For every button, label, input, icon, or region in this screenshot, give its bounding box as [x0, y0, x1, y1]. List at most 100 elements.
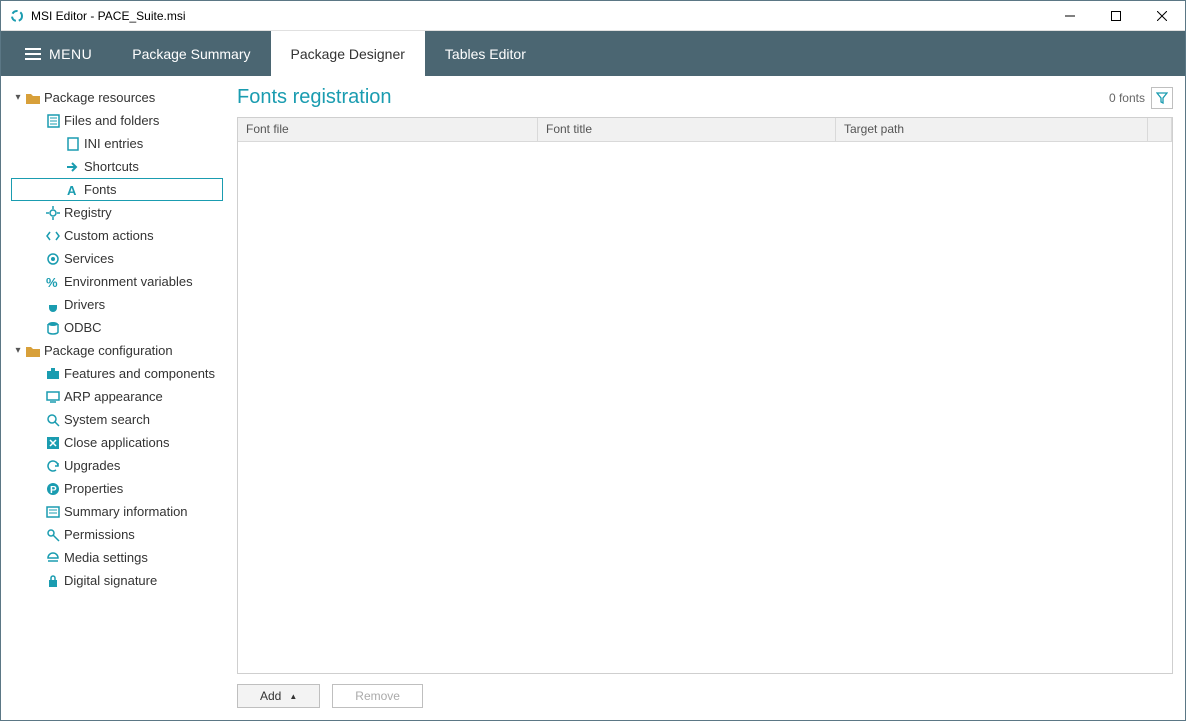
menu-button[interactable]: MENU: [13, 31, 104, 76]
button-label: Add: [260, 689, 281, 703]
close-button[interactable]: [1139, 1, 1185, 30]
tree-drivers[interactable]: Drivers: [11, 293, 223, 316]
tree-summary-info[interactable]: Summary information: [11, 500, 223, 523]
tree-features[interactable]: Features and components: [11, 362, 223, 385]
info-icon: [44, 506, 62, 518]
folder-icon: [24, 345, 42, 357]
hamburger-icon: [25, 48, 41, 60]
column-spacer: [1148, 118, 1172, 141]
lock-icon: [44, 574, 62, 588]
properties-icon: P: [44, 482, 62, 496]
tree-digital-signature[interactable]: Digital signature: [11, 569, 223, 592]
gear-icon: [44, 206, 62, 220]
fonts-grid: Font file Font title Target path: [237, 117, 1173, 674]
tree-files-folders[interactable]: Files and folders: [11, 109, 223, 132]
tree-group-config[interactable]: ▾ Package configuration: [11, 339, 223, 362]
tab-tables-editor[interactable]: Tables Editor: [425, 31, 546, 76]
filter-icon: [1156, 92, 1168, 104]
tree-label: Properties: [62, 481, 123, 496]
tab-label: Tables Editor: [445, 46, 526, 62]
tree-label: ODBC: [62, 320, 102, 335]
tree-label: INI entries: [82, 136, 143, 151]
disc-icon: [44, 551, 62, 565]
tree-label: Summary information: [62, 504, 188, 519]
tree-upgrades[interactable]: Upgrades: [11, 454, 223, 477]
tree-label: Upgrades: [62, 458, 120, 473]
svg-text:A: A: [67, 183, 77, 197]
remove-button[interactable]: Remove: [332, 684, 423, 708]
sidebar-tree: ▾ Package resources Files and folders IN…: [1, 76, 229, 720]
titlebar: MSI Editor - PACE_Suite.msi: [1, 1, 1185, 31]
main-panel: Fonts registration 0 fonts Font file Fon…: [229, 76, 1185, 720]
tree-custom-actions[interactable]: Custom actions: [11, 224, 223, 247]
percent-icon: %: [44, 275, 62, 289]
tree-env-variables[interactable]: % Environment variables: [11, 270, 223, 293]
folder-icon: [24, 92, 42, 104]
tree-label: Package configuration: [42, 343, 173, 358]
tree-properties[interactable]: P Properties: [11, 477, 223, 500]
app-window: MSI Editor - PACE_Suite.msi MENU Package…: [0, 0, 1186, 721]
tree-label: System search: [62, 412, 150, 427]
tree-label: Registry: [62, 205, 112, 220]
tab-label: Package Summary: [132, 46, 250, 62]
tree-fonts[interactable]: A Fonts: [11, 178, 223, 201]
plug-icon: [44, 298, 62, 312]
filter-button[interactable]: [1151, 87, 1173, 109]
font-icon: A: [64, 183, 82, 197]
page-title: Fonts registration: [237, 86, 1109, 109]
caret-up-icon: ▲: [289, 692, 297, 701]
tree-label: Fonts: [82, 182, 117, 197]
gear-icon: [44, 252, 62, 266]
svg-text:P: P: [50, 485, 57, 496]
tree-services[interactable]: Services: [11, 247, 223, 270]
add-button[interactable]: Add ▲: [237, 684, 320, 708]
column-target-path[interactable]: Target path: [836, 118, 1148, 141]
tree-permissions[interactable]: Permissions: [11, 523, 223, 546]
tree-shortcuts[interactable]: Shortcuts: [11, 155, 223, 178]
window-controls: [1047, 1, 1185, 30]
caret-down-icon: ▾: [12, 92, 24, 103]
monitor-icon: [44, 391, 62, 403]
tree-registry[interactable]: Registry: [11, 201, 223, 224]
tree-odbc[interactable]: ODBC: [11, 316, 223, 339]
app-icon: [9, 8, 25, 24]
code-icon: [44, 230, 62, 242]
tree-label: Environment variables: [62, 274, 193, 289]
tab-package-designer[interactable]: Package Designer: [271, 31, 425, 76]
tree-label: Media settings: [62, 550, 148, 565]
key-icon: [44, 528, 62, 542]
tree-label: Features and components: [62, 366, 215, 381]
document-icon: [64, 137, 82, 151]
maximize-button[interactable]: [1093, 1, 1139, 30]
tree-label: Permissions: [62, 527, 135, 542]
tree-system-search[interactable]: System search: [11, 408, 223, 431]
tree-label: Digital signature: [62, 573, 157, 588]
tab-label: Package Designer: [291, 46, 405, 62]
search-icon: [44, 413, 62, 427]
tree-label: Files and folders: [62, 113, 159, 128]
window-title: MSI Editor - PACE_Suite.msi: [31, 9, 1047, 23]
tree-label: Services: [62, 251, 114, 266]
tree-close-apps[interactable]: Close applications: [11, 431, 223, 454]
minimize-button[interactable]: [1047, 1, 1093, 30]
menubar: MENU Package Summary Package Designer Ta…: [1, 31, 1185, 76]
file-icon: [44, 114, 62, 128]
main-header: Fonts registration 0 fonts: [237, 86, 1173, 109]
tree-label: Package resources: [42, 90, 155, 105]
puzzle-icon: [44, 368, 62, 380]
tree-label: Drivers: [62, 297, 105, 312]
tree-ini-entries[interactable]: INI entries: [11, 132, 223, 155]
tree-arp[interactable]: ARP appearance: [11, 385, 223, 408]
tree-group-resources[interactable]: ▾ Package resources: [11, 86, 223, 109]
fonts-count: 0 fonts: [1109, 91, 1145, 105]
column-font-title[interactable]: Font title: [538, 118, 836, 141]
menu-label: MENU: [49, 46, 92, 62]
tree-label: Custom actions: [62, 228, 154, 243]
tree-media[interactable]: Media settings: [11, 546, 223, 569]
close-square-icon: [44, 436, 62, 450]
grid-body[interactable]: [238, 142, 1172, 673]
tree-label: ARP appearance: [62, 389, 163, 404]
tab-package-summary[interactable]: Package Summary: [112, 31, 270, 76]
caret-down-icon: ▾: [12, 345, 24, 356]
column-font-file[interactable]: Font file: [238, 118, 538, 141]
